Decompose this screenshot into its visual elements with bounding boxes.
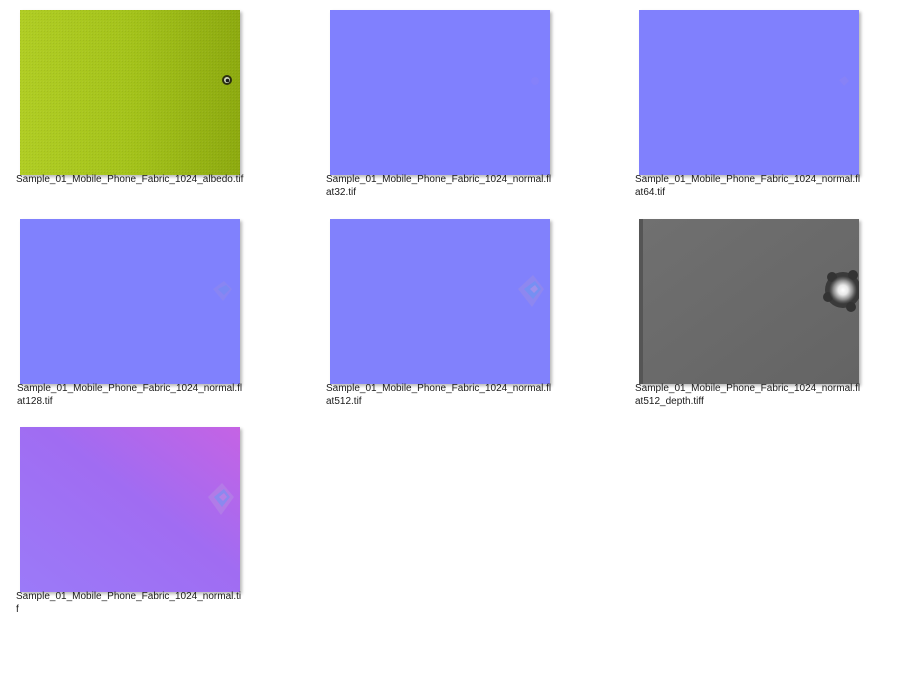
file-name-line2: at128.tif <box>17 396 53 407</box>
file-name-line2: at512.tif <box>326 396 362 407</box>
file-item-normal-flat64[interactable]: Sample_01_Mobile_Phone_Fabric_1024_norma… <box>620 0 900 205</box>
normal-flat64-thumbnail[interactable] <box>639 10 859 175</box>
file-name-line1: Sample_01_Mobile_Phone_Fabric_1024_norma… <box>326 383 552 394</box>
file-name-line2: at32.tif <box>326 187 357 198</box>
depth-thumbnail-image <box>639 219 859 384</box>
normal-flat512-thumbnail[interactable] <box>330 219 550 384</box>
file-name: Sample_01_Mobile_Phone_Fabric_1024_norma… <box>635 173 875 199</box>
normal-flat64-thumbnail-image <box>639 10 859 175</box>
albedo-thumbnail[interactable] <box>20 10 240 175</box>
file-name-line2: f <box>16 604 19 615</box>
file-name: Sample_01_Mobile_Phone_Fabric_1024_norma… <box>326 173 566 199</box>
depth-thumbnail[interactable] <box>639 219 859 384</box>
file-name-line2: at64.tif <box>635 187 666 198</box>
file-name-line2: at512_depth.tiff <box>635 396 704 407</box>
normal-thumbnail[interactable] <box>20 427 240 592</box>
file-name: Sample_01_Mobile_Phone_Fabric_1024_norma… <box>326 382 566 408</box>
normal-flat128-thumbnail[interactable] <box>20 219 240 384</box>
file-name: Sample_01_Mobile_Phone_Fabric_1024_norma… <box>17 382 257 408</box>
normal-flat32-thumbnail-image <box>330 10 550 175</box>
file-item-albedo[interactable]: Sample_01_Mobile_Phone_Fabric_1024_albed… <box>0 0 300 205</box>
file-name-line1: Sample_01_Mobile_Phone_Fabric_1024_norma… <box>16 591 242 602</box>
normal-flat128-thumbnail-image <box>20 219 240 384</box>
file-name-line1: Sample_01_Mobile_Phone_Fabric_1024_norma… <box>635 383 861 394</box>
file-name-line1: Sample_01_Mobile_Phone_Fabric_1024_norma… <box>326 174 552 185</box>
file-item-depth[interactable]: Sample_01_Mobile_Phone_Fabric_1024_norma… <box>620 209 900 414</box>
file-item-normal-flat512[interactable]: Sample_01_Mobile_Phone_Fabric_1024_norma… <box>310 209 610 414</box>
file-item-normal-flat32[interactable]: Sample_01_Mobile_Phone_Fabric_1024_norma… <box>310 0 610 205</box>
file-name-line1: Sample_01_Mobile_Phone_Fabric_1024_norma… <box>635 174 861 185</box>
file-name-line1: Sample_01_Mobile_Phone_Fabric_1024_albed… <box>16 174 244 185</box>
normal-flat32-thumbnail[interactable] <box>330 10 550 175</box>
file-name: Sample_01_Mobile_Phone_Fabric_1024_norma… <box>16 590 256 616</box>
albedo-thumbnail-image <box>20 10 240 175</box>
file-name: Sample_01_Mobile_Phone_Fabric_1024_albed… <box>16 173 256 186</box>
normal-thumbnail-image <box>20 427 240 592</box>
file-name-line1: Sample_01_Mobile_Phone_Fabric_1024_norma… <box>17 383 243 394</box>
file-item-normal[interactable]: Sample_01_Mobile_Phone_Fabric_1024_norma… <box>0 417 300 622</box>
file-name: Sample_01_Mobile_Phone_Fabric_1024_norma… <box>635 382 875 408</box>
file-item-normal-flat128[interactable]: Sample_01_Mobile_Phone_Fabric_1024_norma… <box>0 209 300 414</box>
normal-flat512-thumbnail-image <box>330 219 550 384</box>
